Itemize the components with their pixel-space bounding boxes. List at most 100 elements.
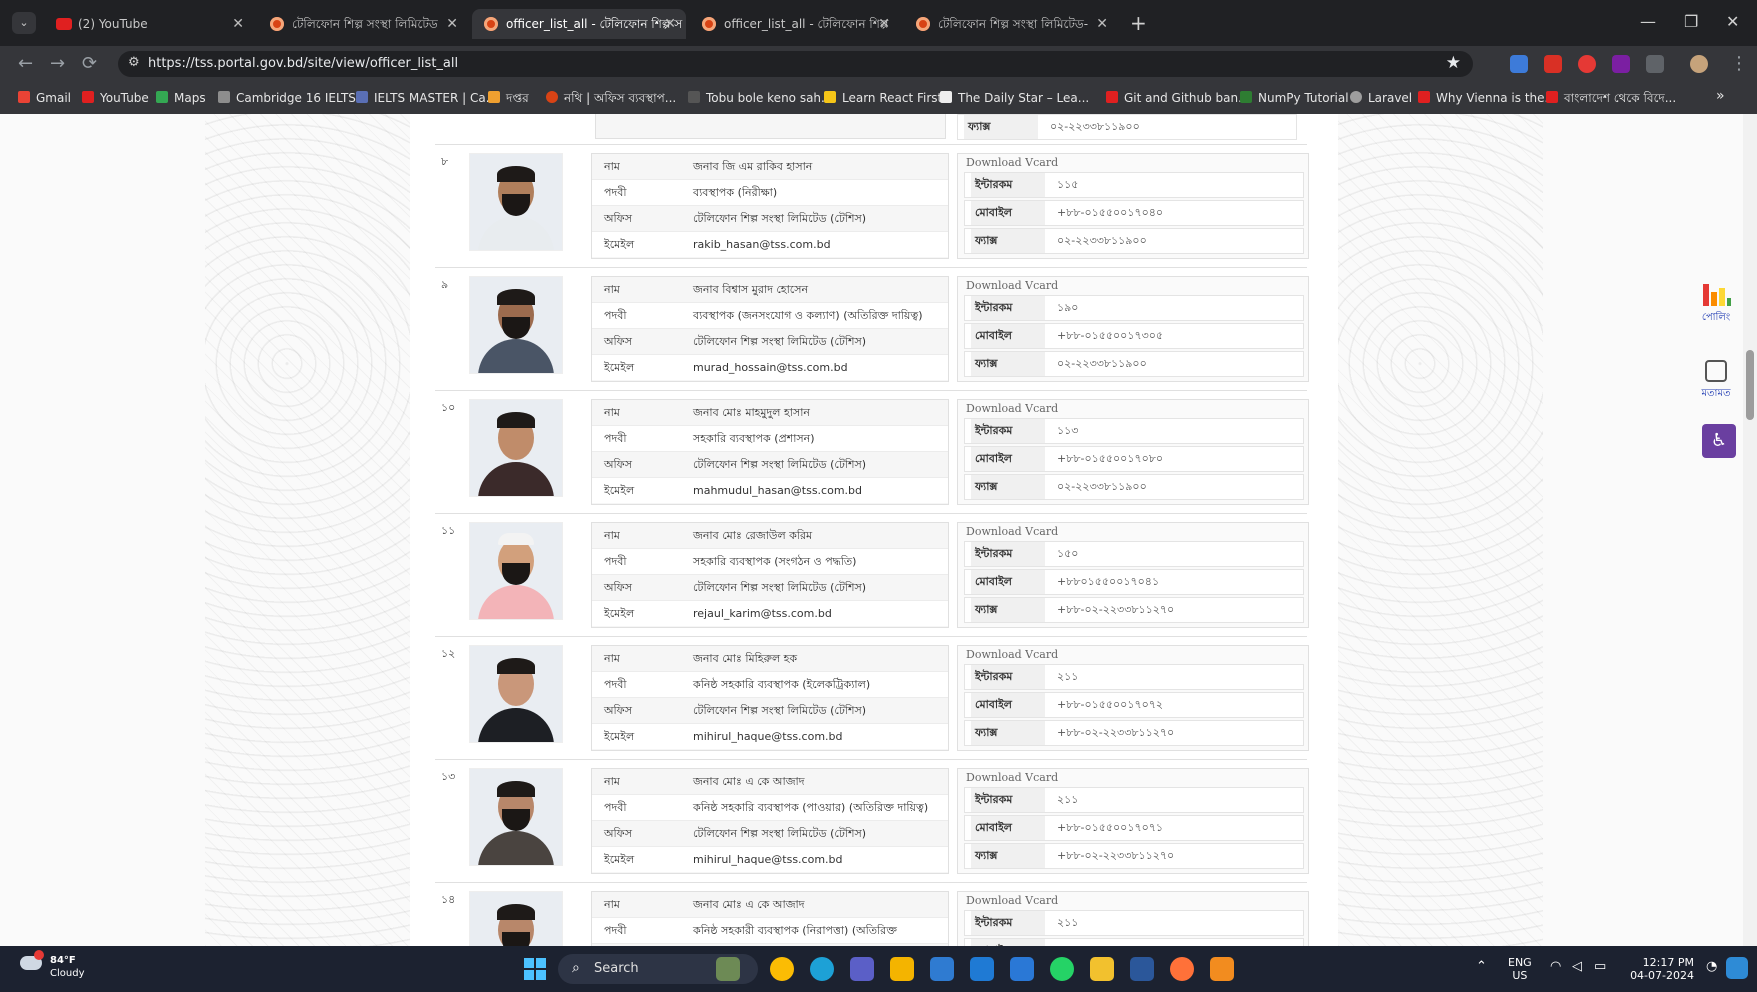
url-text[interactable]: https://tss.portal.gov.bd/site/view/offi… xyxy=(148,51,458,77)
copilot-icon[interactable] xyxy=(1726,957,1748,979)
accessibility-icon[interactable]: ♿ xyxy=(1702,424,1736,458)
windows-start-icon[interactable] xyxy=(524,958,546,980)
new-tab-button[interactable]: + xyxy=(1130,10,1147,36)
tab-title: টেলিফোন শিল্প সংস্থা লিমিটেড- xyxy=(938,17,1089,31)
officer-email[interactable]: murad_hossain@tss.com.bd xyxy=(693,355,848,380)
forward-icon[interactable]: → xyxy=(50,52,65,76)
firefox-icon[interactable] xyxy=(1170,957,1194,981)
profile-avatar[interactable] xyxy=(1690,55,1708,73)
officer-designation: ব্যবস্থাপক (নিরীক্ষা) xyxy=(693,186,778,199)
extension-translate-icon[interactable] xyxy=(1510,55,1528,73)
bookmark-song[interactable]: Tobu bole keno sah... xyxy=(688,90,832,106)
file-explorer-icon[interactable] xyxy=(1090,957,1114,981)
officer-office: টেলিফোন শিল্প সংস্থা লিমিটেড (টেশিস) xyxy=(693,827,867,840)
todo-icon[interactable] xyxy=(1010,957,1034,981)
w3schools-icon xyxy=(1240,91,1252,103)
minimize-icon[interactable]: — xyxy=(1640,9,1656,35)
whatsapp-icon[interactable] xyxy=(1050,957,1074,981)
close-icon[interactable]: ✕ xyxy=(664,9,676,39)
close-icon[interactable]: ✕ xyxy=(1096,9,1108,39)
bookmark-daily-star[interactable]: The Daily Star – Lea... xyxy=(940,90,1089,106)
menu-kebab-icon[interactable]: ⋮ xyxy=(1730,52,1748,76)
clock[interactable]: 12:17 PM 04-07-2024 xyxy=(1630,956,1694,982)
bookmark-ielts-master[interactable]: IELTS MASTER | Ca... xyxy=(356,90,497,106)
fax-value: +৮৮-০২-২২৩৩৮১১২৭০ xyxy=(1057,726,1175,739)
input-language[interactable]: ENG US xyxy=(1508,956,1532,982)
page-scrollbar[interactable] xyxy=(1743,114,1757,946)
tab-youtube[interactable]: (2) YouTube ✕ xyxy=(44,9,254,39)
tab-officer-list[interactable]: officer_list_all - টেলিফোন শিল্প ✕ xyxy=(690,9,900,39)
bookmark-git[interactable]: Git and Github ban... xyxy=(1106,90,1250,106)
more-bookmarks-icon[interactable]: » xyxy=(1716,88,1725,104)
close-window-icon[interactable]: ✕ xyxy=(1726,9,1739,35)
stack-app-icon[interactable] xyxy=(890,957,914,981)
address-bar[interactable]: ⚙ https://tss.portal.gov.bd/site/view/of… xyxy=(118,51,1473,77)
download-vcard-link[interactable]: Download Vcard xyxy=(966,279,1058,292)
bookmark-youtube[interactable]: YouTube xyxy=(82,90,149,106)
download-vcard-link[interactable]: Download Vcard xyxy=(966,156,1058,169)
battery-icon[interactable]: ▭ xyxy=(1594,960,1606,973)
contact-card: Download Vcard ইন্টারকম ২১১ মোবাইল +৮৮-০… xyxy=(957,645,1309,751)
extension-dev-icon[interactable] xyxy=(1612,55,1630,73)
tab-tss-home-2[interactable]: টেলিফোন শিল্প সংস্থা লিমিটেড- ✕ xyxy=(904,9,1118,39)
officer-email[interactable]: mihirul_haque@tss.com.bd xyxy=(693,847,843,872)
photo-hair xyxy=(497,412,535,428)
extension-record-icon[interactable] xyxy=(1578,55,1596,73)
officer-email[interactable]: mahmudul_hasan@tss.com.bd xyxy=(693,478,862,503)
officer-designation: কনিষ্ঠ সহকারি ব্যবস্থাপক (ইলেকট্রিক্যাল) xyxy=(693,678,871,691)
scroll-thumb[interactable] xyxy=(1746,350,1754,420)
bookmark-react[interactable]: Learn React First xyxy=(824,90,942,106)
notification-bell-icon[interactable]: ◔ xyxy=(1706,960,1717,973)
chrome-icon[interactable] xyxy=(770,957,794,981)
download-vcard-link[interactable]: Download Vcard xyxy=(966,648,1058,661)
extension-value: ১৫০ xyxy=(1057,547,1079,560)
download-vcard-link[interactable]: Download Vcard xyxy=(966,894,1058,907)
bookmark-numpy[interactable]: NumPy Tutorial xyxy=(1240,90,1349,106)
extension-row: ইন্টারকম ২১১ xyxy=(964,664,1304,690)
wifi-icon[interactable]: ◠ xyxy=(1550,960,1561,973)
store-icon[interactable] xyxy=(930,957,954,981)
officer-email[interactable]: rejaul_karim@tss.com.bd xyxy=(693,601,832,626)
poll-widget[interactable]: পোলিং xyxy=(1696,284,1736,327)
bookmark-ielts[interactable]: Cambridge 16 IELTS... xyxy=(218,90,367,106)
officer-email[interactable]: rakib_hasan@tss.com.bd xyxy=(693,232,831,257)
reload-icon[interactable]: ⟳ xyxy=(82,52,97,76)
email-row: ইমেইল rejaul_karim@tss.com.bd xyxy=(592,601,948,626)
vscode-icon[interactable] xyxy=(970,957,994,981)
bookmark-star-icon[interactable]: ★ xyxy=(1446,53,1461,73)
back-icon[interactable]: ← xyxy=(18,52,33,76)
volume-icon[interactable]: ◁ xyxy=(1572,960,1582,973)
bookmark-gmail[interactable]: Gmail xyxy=(18,90,71,106)
bookmark-doptor[interactable]: দপ্তর xyxy=(488,90,529,106)
officer-email[interactable]: mihirul_haque@tss.com.bd xyxy=(693,724,843,749)
tab-search-button[interactable]: ⌄ xyxy=(12,12,36,34)
bookmark-bd[interactable]: বাংলাদেশ থেকে বিদে... xyxy=(1546,90,1676,106)
download-vcard-link[interactable]: Download Vcard xyxy=(966,525,1058,538)
close-icon[interactable]: ✕ xyxy=(878,9,890,39)
tab-tss-home[interactable]: টেলিফোন শিল্প সংস্থা লিমিটেড ✕ xyxy=(258,9,468,39)
tab-officer-list-active[interactable]: officer_list_all - টেলিফোন শিল্প স ✕ xyxy=(472,9,686,39)
teams-icon[interactable] xyxy=(850,957,874,981)
bookmark-maps[interactable]: Maps xyxy=(156,90,206,106)
officer-row: ১১ নাম জনাব মোঃ রেজাউল করিম পদবী সহকারি … xyxy=(435,513,1309,636)
close-icon[interactable]: ✕ xyxy=(446,9,458,39)
restore-icon[interactable]: ❐ xyxy=(1684,9,1698,35)
chevron-up-icon[interactable]: ⌃ xyxy=(1476,960,1487,973)
bookmark-vienna[interactable]: Why Vienna is the... xyxy=(1418,90,1556,106)
feedback-widget[interactable]: মতামত xyxy=(1696,360,1736,403)
download-vcard-link[interactable]: Download Vcard xyxy=(966,771,1058,784)
officer-info-card: নাম জনাব জি এম রাকিব হাসান পদবী ব্যবস্থা… xyxy=(591,153,949,259)
site-info-icon[interactable]: ⚙ xyxy=(128,55,140,70)
close-icon[interactable]: ✕ xyxy=(232,9,244,39)
bookmark-nothi[interactable]: নথি | অফিস ব্যবস্থাপ... xyxy=(546,90,676,106)
weather-widget[interactable]: 84°F Cloudy xyxy=(20,950,84,980)
edge-icon[interactable] xyxy=(810,957,834,981)
download-vcard-link[interactable]: Download Vcard xyxy=(966,402,1058,415)
word-icon[interactable] xyxy=(1130,957,1154,981)
bookmark-laravel[interactable]: Laravel xyxy=(1350,90,1412,106)
postman-icon[interactable] xyxy=(1210,957,1234,981)
landscape-app-icon[interactable] xyxy=(716,957,740,981)
extensions-puzzle-icon[interactable] xyxy=(1646,55,1664,73)
extension-row: ইন্টারকম ১৫০ xyxy=(964,541,1304,567)
extension-red-icon[interactable] xyxy=(1544,55,1562,73)
